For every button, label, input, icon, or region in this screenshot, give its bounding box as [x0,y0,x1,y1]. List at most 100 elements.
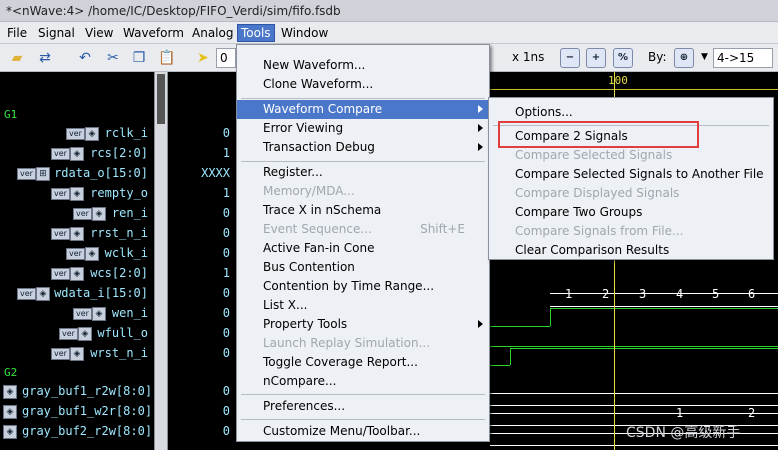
bus-line [490,405,778,406]
menu-item-register[interactable]: Register... [237,163,489,182]
signal-row[interactable]: ver ◈ wrst_n_i [0,344,152,364]
bus-value: 6 [748,287,756,301]
signal-name: rcs[2:0] [90,146,148,160]
ver-tag: ver [59,328,78,340]
signal-row[interactable]: ◈ gray_buf1_r2w[8:0] [0,382,152,402]
bus-line [490,445,778,446]
menu-item-label: Property Tools [263,317,348,331]
zoom-out-icon[interactable]: − [560,48,580,68]
signal-row[interactable]: ◈ gray_buf2_r2w[8:0] [0,422,152,442]
menu-item-new-waveform[interactable]: New Waveform... [237,56,489,75]
scrollbar-thumb[interactable] [157,74,165,124]
menu-item-compare-from-file[interactable]: Compare Signals from File... [489,222,773,241]
menu-item-waveform-compare[interactable]: Waveform Compare [237,100,489,119]
signal-icon: ◈ [3,425,17,439]
signal-name: rempty_o [90,186,148,200]
value-pane: 0 1 XXXX 1 0 0 0 1 0 0 0 0 0 0 0 [170,72,236,450]
signal-name: wen_i [111,306,148,320]
signal-row[interactable]: ver ◈ rrst_n_i [0,224,152,244]
signal-row[interactable]: ver ◈ wcs[2:0] [0,264,152,284]
window-title: *<nWave:4> /home/IC/Desktop/FIFO_Verdi/s… [0,0,778,22]
signal-row[interactable]: ver ◈ rcs[2:0] [0,144,152,164]
ver-tag: ver [17,168,36,180]
zoom-in-icon[interactable]: + [586,48,606,68]
bus-value: 1 [565,287,573,301]
signal-row[interactable]: ver ⊞ rdata_o[15:0] [0,164,152,184]
menu-item-ncompare[interactable]: nCompare... [237,372,489,391]
signal-row[interactable]: ver ◈ ren_i [0,204,152,224]
ver-tag: ver [51,348,70,360]
signal-row[interactable]: ver ◈ rempty_o [0,184,152,204]
wave-low [490,346,778,347]
menu-item-launch-replay[interactable]: Launch Replay Simulation... [237,334,489,353]
signal-name: wclk_i [104,246,148,260]
signal-row[interactable]: ver ◈ wdata_i[15:0] [0,284,152,304]
menu-tools[interactable]: Tools [237,24,275,42]
menu-item-memory-mda[interactable]: Memory/MDA... [237,182,489,201]
ver-tag: ver [73,208,92,220]
submenu-arrow-icon [478,143,483,151]
cursor-time-field[interactable]: 0 [216,48,236,68]
menu-window[interactable]: Window [278,24,331,42]
menu-item-label: Error Viewing [263,121,344,135]
copy-icon[interactable]: ❐ [130,49,148,67]
menu-item-compare-two-groups[interactable]: Compare Two Groups [489,203,773,222]
menu-shortcut: Shift+E [420,222,465,236]
menu-item-error-viewing[interactable]: Error Viewing [237,119,489,138]
menu-item-list-x[interactable]: List X... [237,296,489,315]
signal-value: 0 [222,326,230,340]
group-label[interactable]: G1 [4,108,17,121]
signal-row[interactable]: ver ◈ wen_i [0,304,152,324]
menu-item-active-fan-in-cone[interactable]: Active Fan-in Cone [237,239,489,258]
signal-value: 0 [222,346,230,360]
signal-row[interactable]: ◈ gray_buf1_w2r[8:0] [0,402,152,422]
menu-item-transaction-debug[interactable]: Transaction Debug [237,138,489,157]
bus-line [490,393,778,394]
menu-file[interactable]: File [4,24,30,42]
menu-item-compare-selected-another-file[interactable]: Compare Selected Signals to Another File [489,165,773,184]
menu-item-compare-selected[interactable]: Compare Selected Signals [489,146,773,165]
open-folder-icon[interactable]: ▰ [8,49,26,67]
range-select[interactable]: 4->15 [713,48,773,68]
bus-value: 2 [602,287,610,301]
menu-item-event-sequence[interactable]: Event Sequence... Shift+E [237,220,489,239]
menu-item-bus-contention[interactable]: Bus Contention [237,258,489,277]
menu-view[interactable]: View [82,24,116,42]
dropdown-arrow-icon[interactable]: ▼ [701,52,708,62]
cut-icon[interactable]: ✂ [104,49,122,67]
signal-value: XXXX [201,166,230,180]
group-label[interactable]: G2 [4,366,17,379]
menu-item-clear-comparison[interactable]: Clear Comparison Results [489,241,773,260]
wave-edge [510,348,511,365]
signal-row[interactable]: ver ◈ rclk_i [0,124,152,144]
menu-item-clone-waveform[interactable]: Clone Waveform... [237,75,489,94]
menu-item-customize-menu[interactable]: Customize Menu/Toolbar... [237,422,489,441]
menu-item-preferences[interactable]: Preferences... [237,397,489,416]
signal-value: 0 [222,246,230,260]
reload-icon[interactable]: ⇄ [36,49,54,67]
bus-value: 5 [712,287,720,301]
menu-signal[interactable]: Signal [35,24,78,42]
menu-item-property-tools[interactable]: Property Tools [237,315,489,334]
signal-icon: ◈ [70,347,84,361]
signal-name: wdata_i[15:0] [54,286,148,300]
undo-icon[interactable]: ↶ [76,49,94,67]
menu-item-trace-x[interactable]: Trace X in nSchema [237,201,489,220]
menu-item-compare-displayed[interactable]: Compare Displayed Signals [489,184,773,203]
menu-waveform[interactable]: Waveform [120,24,187,42]
zoom-percent-button[interactable]: % [613,48,633,68]
signal-row[interactable]: ver ◈ wclk_i [0,244,152,264]
menu-item-options[interactable]: Options... [489,103,773,122]
menu-item-toggle-coverage[interactable]: Toggle Coverage Report... [237,353,489,372]
search-by-icon[interactable]: ⊕ [674,48,694,68]
signal-icon: ◈ [70,227,84,241]
bus-line [550,306,778,307]
signal-row[interactable]: ver ◈ wfull_o [0,324,152,344]
signal-value: 0 [222,286,230,300]
pointer-icon[interactable]: ➤ [194,49,212,67]
menu-analog[interactable]: Analog [189,24,236,42]
bus-line [490,413,778,414]
paste-icon[interactable]: 📋 [158,49,176,67]
menu-item-contention-time-range[interactable]: Contention by Time Range... [237,277,489,296]
pane-scrollbar[interactable] [154,72,168,450]
